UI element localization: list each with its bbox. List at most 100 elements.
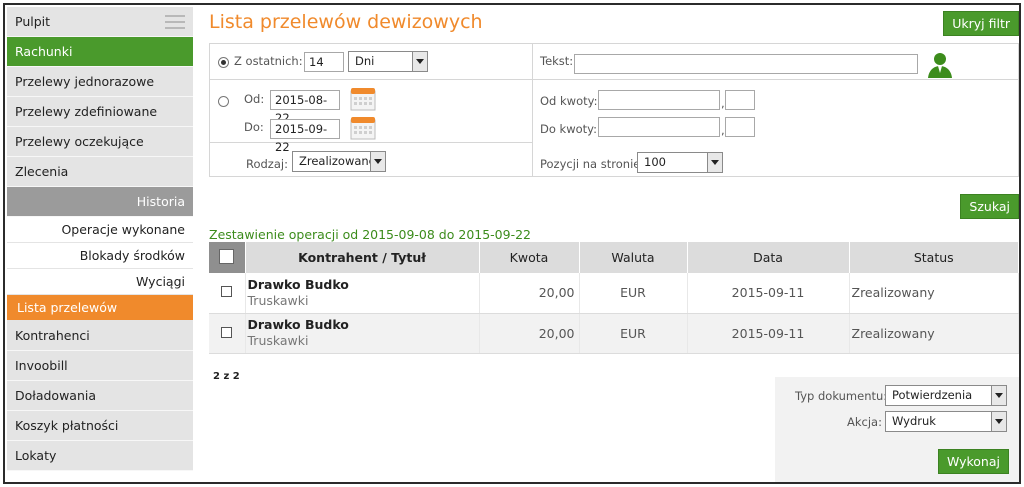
sidebar-item-kontrahenci[interactable]: Kontrahenci [7,321,193,351]
from-label: Od: [244,92,265,106]
action-select-value: Wydruk [892,414,936,428]
operations-table: Kontrahent / Tytuł Kwota Waluta Data Sta… [209,242,1019,354]
sidebar-item-label: Lokaty [15,448,57,463]
per-page-label: Pozycji na stronie: [540,157,645,171]
radio-last-days[interactable] [218,57,229,68]
select-all-checkbox[interactable] [219,248,235,264]
sidebar-subitem-lista-przelewow-dewizowych[interactable]: Lista przelewów dewizowych [7,295,193,341]
unit-select[interactable]: Dni [348,51,428,72]
col-amount[interactable]: Kwota [479,242,580,273]
amount-to-input[interactable] [598,117,720,137]
last-days-label: Z ostatnich: [234,54,303,68]
text-label: Tekst: [540,54,574,68]
unit-select-value: Dni [355,54,375,68]
sidebar-item-label: Kontrahenci [15,328,90,343]
col-contractor[interactable]: Kontrahent / Tytuł [245,242,480,273]
row-contractor: Drawko Budko [247,317,349,332]
chevron-down-icon [370,152,385,171]
page-title: Lista przelewów dewizowych [209,11,483,33]
table-header-row: Kontrahent / Tytuł Kwota Waluta Data Sta… [209,242,1019,273]
kind-select-value: Zrealizowane [299,154,376,168]
contact-person-icon[interactable] [926,51,954,79]
date-to-input[interactable]: 2015-09-22 [270,119,340,154]
row-contractor: Drawko Budko [247,276,349,292]
sidebar-item-label: Koszyk płatności [15,418,119,433]
select-all-cell [209,242,246,273]
row-title: Truskawki [247,292,309,308]
sidebar-subitem-blokady-srodkow[interactable]: Blokady środków [7,243,193,269]
row-amount: 20,00 [479,273,580,314]
sidebar-item-label: Przelewy zdefiniowane [15,104,158,119]
row-amount: 20,00 [479,313,580,354]
calendar-icon[interactable] [350,116,376,140]
app-frame: Pulpit Rachunki Przelewy jednorazowe Prz… [3,3,1021,484]
col-status[interactable]: Status [849,242,1019,273]
row-checkbox[interactable] [221,286,233,298]
execute-button[interactable]: Wykonaj [937,449,1009,474]
row-date: 2015-09-11 [687,273,850,314]
action-panel: Typ dokumentu: Potwierdzenia Akcja: Wydr… [775,377,1019,482]
sidebar: Pulpit Rachunki Przelewy jednorazowe Prz… [7,7,193,471]
amount-to-label: Do kwoty: [540,122,598,136]
row-currency: EUR [579,273,688,314]
amount-from-label: Od kwoty: [540,94,598,108]
row-currency: EUR [579,313,688,354]
row-date: 2015-09-11 [687,313,850,354]
col-date[interactable]: Data [687,242,850,273]
sidebar-item-label: Zlecenia [15,164,69,179]
row-status: Zrealizowany [849,273,1019,314]
sidebar-item-rachunki[interactable]: Rachunki [7,37,193,67]
radio-date-range[interactable] [218,96,229,107]
row-title: Truskawki [247,333,309,348]
kind-label: Rodzaj: [246,157,288,171]
chevron-down-icon [707,153,722,172]
table-row[interactable]: Drawko Budko Truskawki 20,00 EUR 2015-09… [209,313,1019,354]
kind-select[interactable]: Zrealizowane [292,151,386,172]
sidebar-item-label: Pulpit [15,14,51,29]
sidebar-header-historia[interactable]: Historia [7,187,193,217]
doc-type-label: Typ dokumentu: [795,389,888,403]
sidebar-item-invoobill[interactable]: Invoobill [7,351,193,381]
search-button[interactable]: Szukaj [960,194,1019,219]
pager-text: 2 z 2 [213,371,240,382]
amount-from-input[interactable] [598,90,720,110]
sidebar-item-przelewy-oczekujace[interactable]: Przelewy oczekujące [7,127,193,157]
sidebar-item-label: Przelewy jednorazowe [15,74,155,89]
calendar-icon[interactable] [350,87,376,111]
sidebar-item-label: Invoobill [15,358,68,373]
per-page-select-value: 100 [644,155,666,169]
row-checkbox[interactable] [221,326,233,338]
summary-text: Zestawienie operacji od 2015-09-08 do 20… [209,227,532,242]
sidebar-subitem-wyciagi[interactable]: Wyciągi [7,269,193,295]
filter-panel: Z ostatnich: 14 Dni Tekst: Od: 2015-08-2… [209,43,1019,177]
sidebar-item-przelewy-zdefiniowane[interactable]: Przelewy zdefiniowane [7,97,193,127]
amount-to-cents-input[interactable] [725,117,755,137]
sidebar-subitem-operacje-wykonane[interactable]: Operacje wykonane [7,217,193,243]
sidebar-item-doladowania[interactable]: Doładowania [7,381,193,411]
row-status: Zrealizowany [849,313,1019,354]
hide-filter-button[interactable]: Ukryj filtr [943,11,1019,36]
action-label: Akcja: [847,415,882,429]
sidebar-item-pulpit[interactable]: Pulpit [7,7,193,37]
chevron-down-icon [991,386,1006,405]
date-from-input[interactable]: 2015-08-22 [270,90,340,125]
sidebar-item-zlecenia[interactable]: Zlecenia [7,157,193,187]
last-days-input[interactable]: 14 [304,52,344,72]
sidebar-item-lokaty[interactable]: Lokaty [7,441,193,471]
action-select[interactable]: Wydruk [885,411,1007,432]
doc-type-select[interactable]: Potwierdzenia [885,385,1007,406]
doc-type-select-value: Potwierdzenia [892,388,973,402]
per-page-select[interactable]: 100 [637,152,723,173]
amount-from-cents-input[interactable] [725,90,755,110]
text-input[interactable] [574,54,918,74]
sidebar-item-label: Rachunki [15,44,73,59]
sidebar-item-koszyk-platnosci[interactable]: Koszyk płatności [7,411,193,441]
sidebar-item-label: Doładowania [15,388,97,403]
chevron-down-icon [412,52,427,71]
table-row[interactable]: Drawko Budko Truskawki 20,00 EUR 2015-09… [209,273,1019,314]
sidebar-item-przelewy-jednorazowe[interactable]: Przelewy jednorazowe [7,67,193,97]
to-label: Do: [244,120,264,134]
menu-icon[interactable] [165,15,185,29]
col-currency[interactable]: Waluta [579,242,688,273]
sidebar-item-label: Przelewy oczekujące [15,134,144,149]
